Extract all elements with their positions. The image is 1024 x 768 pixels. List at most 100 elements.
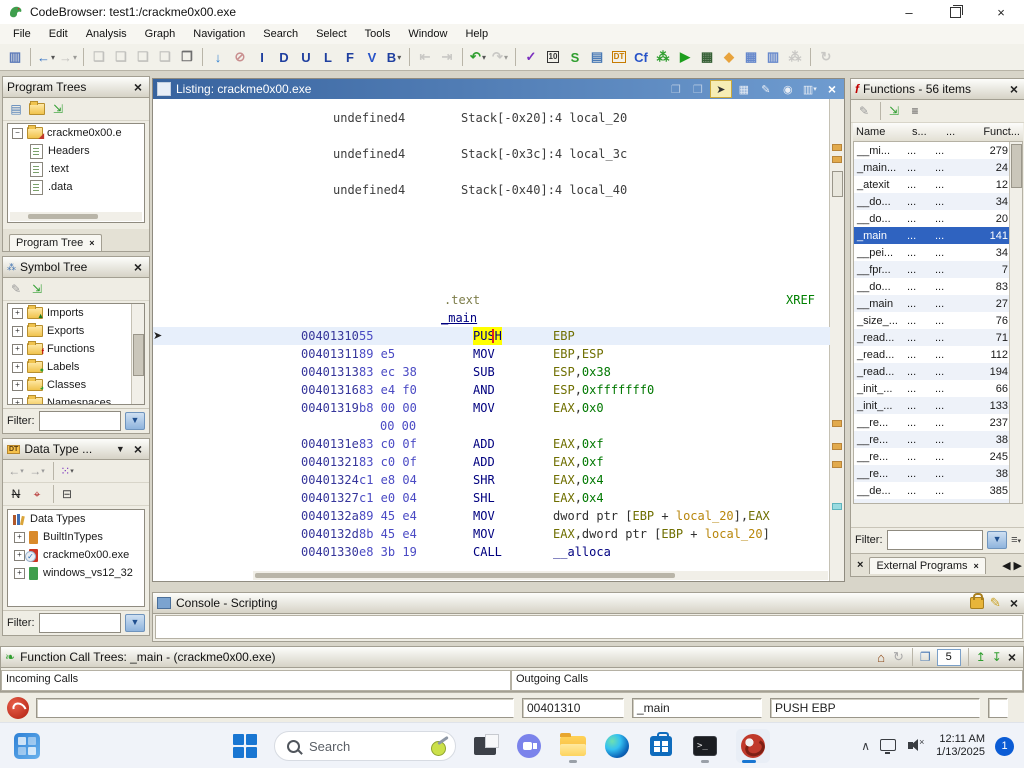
close-icon[interactable]: × [131, 259, 145, 275]
run-script-icon[interactable]: ▶ [675, 47, 695, 67]
call-trees-header[interactable]: ❧ Function Call Trees: _main - (crackme0… [1, 647, 1023, 668]
datatype-item-windows_vs12_32[interactable]: +windows_vs12_32 [8, 564, 144, 582]
listing-line[interactable]: undefined4Stack[-0x40]:4 local_40 [153, 181, 830, 199]
expand-outgoing-icon[interactable]: ↧ [992, 650, 1002, 664]
start-button[interactable] [230, 729, 260, 763]
search-box[interactable]: Search [274, 731, 456, 761]
checksum-icon[interactable]: ◆ [719, 47, 739, 67]
listing-line[interactable]: 0040131383 ec 38SUBESP,0x38 [153, 363, 830, 381]
datatype-filter-input[interactable] [39, 613, 122, 633]
function-compare-icon[interactable]: Cf [631, 47, 651, 67]
cursor-location-icon[interactable]: ➤ [710, 80, 732, 98]
function-row[interactable]: _init_.........66 [854, 380, 1022, 397]
function-row[interactable]: __mi.........279 [854, 142, 1022, 159]
ghidra-status-icon[interactable] [7, 697, 29, 719]
close-icon[interactable]: × [824, 81, 840, 97]
defined-data-icon[interactable]: ▦ [741, 47, 761, 67]
data-type-manager-header[interactable]: DT Data Type ... ▼ × [3, 439, 149, 460]
function-row[interactable]: __do.........83 [854, 278, 1022, 295]
jump-in-icon[interactable]: ⇤ [415, 47, 435, 67]
menu-analysis[interactable]: Analysis [77, 26, 136, 42]
sidebar-item-imports[interactable]: +▲Imports [8, 304, 144, 322]
goto-icon[interactable]: ⇲ [49, 101, 67, 117]
goto-function-icon[interactable]: ⇲ [885, 103, 903, 119]
menu-file[interactable]: File [4, 26, 40, 42]
tree-item-text[interactable]: .text [8, 160, 144, 178]
menu-help[interactable]: Help [456, 26, 497, 42]
tray-chevron-icon[interactable]: ∧ [861, 739, 870, 753]
listing-line[interactable]: 00 00 [153, 417, 830, 435]
tab-scroll-left-icon[interactable]: ◀ [1002, 559, 1010, 572]
dropdown-arrow-icon[interactable]: ▾ [397, 53, 401, 62]
functions-header[interactable]: f Functions - 56 items × [851, 79, 1024, 100]
dropdown-arrow-icon[interactable]: ▾ [51, 53, 55, 62]
function-row[interactable]: _main.........24 [854, 159, 1022, 176]
markup-u-icon[interactable]: U [296, 47, 316, 67]
lock-icon[interactable] [970, 597, 984, 609]
binary-view-icon[interactable]: 10 [543, 47, 563, 67]
menu-select[interactable]: Select [307, 26, 356, 42]
listing-line[interactable]: undefined4Stack[-0x20]:4 local_20 [153, 109, 830, 127]
markup-l-icon[interactable]: L [318, 47, 338, 67]
script-manager-icon[interactable]: S [565, 47, 585, 67]
expand-icon[interactable]: + [12, 380, 23, 391]
ghidra-taskbar-icon[interactable] [734, 729, 772, 763]
expand-icon[interactable]: + [14, 550, 25, 561]
datatype-item-BuiltInTypes[interactable]: +BuiltInTypes [8, 528, 144, 546]
listing-line[interactable]: _main [153, 309, 830, 327]
listing-body[interactable]: undefined4Stack[-0x20]:4 local_20undefin… [153, 99, 844, 581]
home-icon[interactable]: ⌂ [877, 650, 885, 665]
clock[interactable]: 12:11 AM 1/13/2025 [936, 733, 985, 759]
close-icon[interactable]: × [1005, 649, 1019, 665]
function-row[interactable]: _size_.........76 [854, 312, 1022, 329]
symbol-tree-header[interactable]: ⁂ Symbol Tree × [3, 257, 149, 278]
back-icon[interactable]: ←▾ [36, 47, 56, 67]
filter-options-icon[interactable]: ▼ [987, 531, 1007, 549]
close-button[interactable]: × [978, 0, 1024, 24]
tab-external-programs[interactable]: External Programs × [869, 557, 985, 574]
column-count[interactable]: Funct... [979, 126, 1023, 138]
splitter-arrow-icon[interactable]: ➤ [153, 329, 162, 342]
close-icon[interactable]: × [974, 561, 979, 571]
function-row[interactable]: _init_.........133 [854, 397, 1022, 414]
markup-f-icon[interactable]: F [340, 47, 360, 67]
clear-code-icon[interactable]: ❏ [89, 47, 109, 67]
dropdown-arrow-icon[interactable]: ▾ [482, 53, 486, 62]
table-settings-icon[interactable]: ≡▾ [1011, 534, 1021, 546]
clear-flow-icon[interactable]: ❏ [111, 47, 131, 67]
function-row[interactable]: __main......27 [854, 295, 1022, 312]
listing-line[interactable]: 00401327c1 e0 04SHLEAX,0x4 [153, 489, 830, 507]
filter-window-icon[interactable]: ❐ [920, 650, 931, 664]
expand-incoming-icon[interactable]: ↥ [976, 650, 986, 664]
console-output[interactable] [155, 615, 1023, 639]
listing-line[interactable]: 0040131189 e5MOVEBP,ESP [153, 345, 830, 363]
patch-data-icon[interactable]: ❏ [155, 47, 175, 67]
listing-line[interactable]: undefined4Stack[-0x3c]:4 local_3c [153, 145, 830, 163]
markup-d-icon[interactable]: D [274, 47, 294, 67]
menu-graph[interactable]: Graph [136, 26, 185, 42]
listing-line[interactable]: 0040132a89 45 e4MOVdword ptr [EBP + loca… [153, 507, 830, 525]
open-folder-icon[interactable] [28, 101, 46, 117]
function-row[interactable]: _read.........71 [854, 329, 1022, 346]
listing-line[interactable]: 0040132d8b 45 e4MOVEAX,dword ptr [EBP + … [153, 525, 830, 543]
expand-icon[interactable]: + [12, 326, 23, 337]
function-row[interactable]: __pei.........34 [854, 244, 1022, 261]
paste-icon[interactable]: ❒ [688, 81, 708, 97]
filter-options-icon[interactable]: ▼ [125, 412, 145, 430]
data-types-root-row[interactable]: Data Types [8, 510, 144, 528]
listing-line[interactable]: 0040131683 e4 f0ANDESP,0xfffffff0 [153, 381, 830, 399]
menu-window[interactable]: Window [399, 26, 456, 42]
listing-line[interactable]: 0040132183 c0 0fADDEAX,0xf [153, 453, 830, 471]
expand-icon[interactable]: + [12, 308, 23, 319]
listing-line[interactable]: 00401330e8 3b 19CALL__alloca [153, 543, 830, 561]
datatype-item-crackme0x00exe[interactable]: +✓crackme0x00.exe [8, 546, 144, 564]
redo-icon[interactable]: ↷▾ [490, 47, 510, 67]
refresh-icon[interactable]: ↻ [893, 649, 904, 665]
copy-icon[interactable]: ❐ [666, 81, 686, 97]
functions-vscrollbar[interactable] [1009, 142, 1022, 503]
console-header[interactable]: Console - Scripting ✎ × [153, 593, 1024, 614]
menu-search[interactable]: Search [254, 26, 307, 42]
conflict-mode-icon[interactable]: ⁙▾ [58, 463, 76, 479]
minimize-button[interactable]: – [886, 0, 932, 24]
listing-header[interactable]: Listing: crackme0x00.exe ❐ ❒ ➤ ▦ ✎ ◉ ▥▾ … [153, 79, 844, 99]
